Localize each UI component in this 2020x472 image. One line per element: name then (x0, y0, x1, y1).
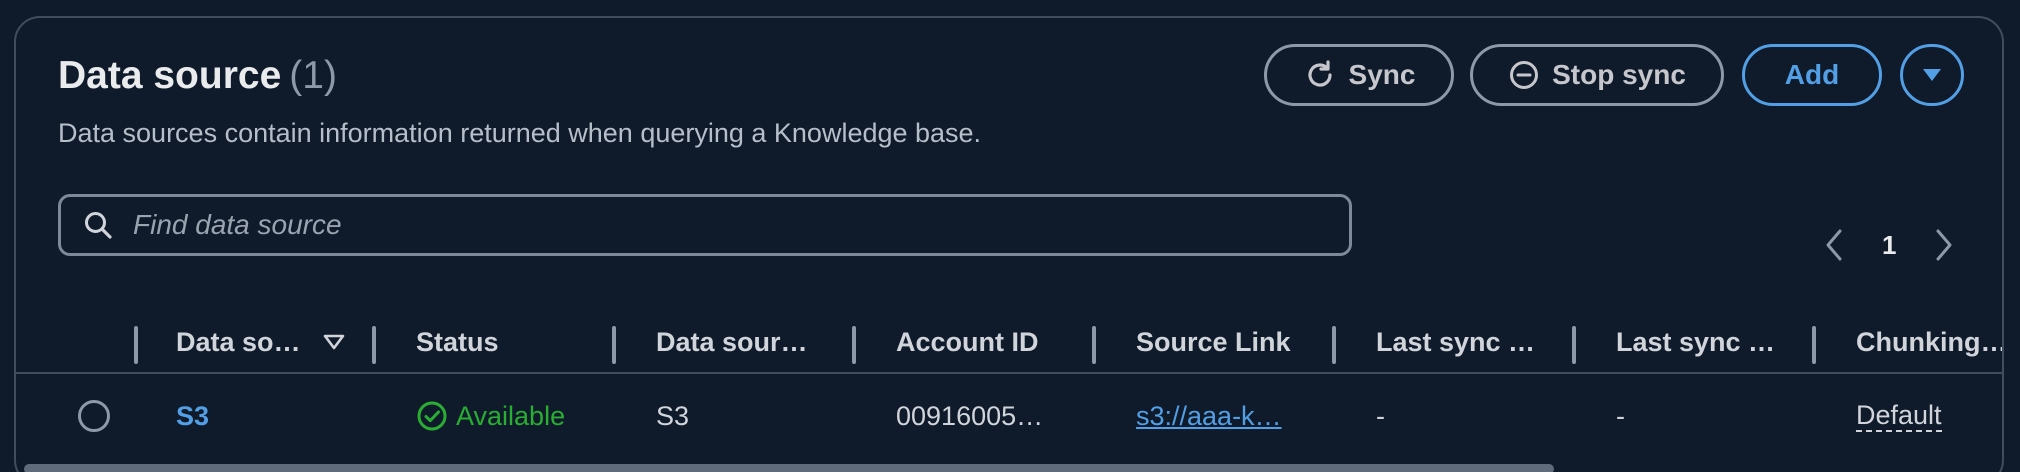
sort-descending-icon[interactable] (323, 333, 345, 351)
type-cell: S3 (656, 400, 690, 431)
source-link-cell: s3://aaa-k… (1136, 376, 1282, 456)
stop-circle-icon (1510, 61, 1539, 89)
column-divider[interactable] (1572, 326, 1576, 364)
name-cell: S3 (176, 376, 209, 456)
stop-sync-label: Stop sync (1552, 59, 1686, 90)
column-header-chunking[interactable]: Chunking… (1856, 310, 2002, 374)
account-id-cell: 00916005… (896, 400, 1044, 431)
column-divider[interactable] (1092, 326, 1096, 364)
pagination: 1 (1824, 228, 1954, 262)
title-count: (1) (289, 54, 337, 97)
column-divider[interactable] (852, 326, 856, 364)
stop-sync-button[interactable]: Stop sync (1470, 44, 1724, 106)
page-title: Data source (1) (58, 54, 337, 98)
page-number[interactable]: 1 (1882, 230, 1896, 261)
column-header-status[interactable]: Status (416, 310, 499, 374)
description: Data sources contain information returne… (58, 118, 982, 148)
column-header-account-id[interactable]: Account ID (896, 310, 1039, 374)
add-button[interactable]: Add (1742, 44, 1882, 106)
add-label: Add (1784, 59, 1840, 90)
table-row[interactable]: S3 Available S3 00916005… s3://aaa-k… - … (16, 376, 2002, 456)
chunking-value[interactable]: Default (1856, 400, 1942, 432)
add-dropdown-button[interactable] (1900, 44, 1964, 106)
status-badge: Available (416, 400, 565, 432)
caret-down-icon (1923, 69, 1941, 81)
column-header-last-sync[interactable]: Last sync … (1376, 310, 1535, 374)
column-header-label: Data so… (176, 326, 301, 357)
last-sync-cell-2: - (1616, 400, 1625, 431)
column-divider (134, 326, 138, 364)
sync-button[interactable]: Sync (1264, 44, 1454, 106)
chevron-right-icon[interactable] (1934, 228, 1954, 262)
row-radio[interactable] (78, 400, 110, 432)
column-header-last-sync-2[interactable]: Last sync … (1616, 310, 1775, 374)
chunking-cell: Default (1856, 376, 1942, 456)
source-link[interactable]: s3://aaa-k… (1136, 401, 1282, 432)
horizontal-scrollbar[interactable] (24, 464, 1554, 472)
data-source-name-link[interactable]: S3 (176, 401, 209, 432)
column-divider[interactable] (372, 326, 376, 364)
search-input[interactable] (133, 209, 1283, 241)
sync-label: Sync (1348, 59, 1416, 90)
table-header: Data so… Status Data sour… Account ID So… (16, 310, 2002, 374)
column-divider[interactable] (1332, 326, 1336, 364)
column-header-source-link[interactable]: Source Link (1136, 310, 1291, 374)
row-select-cell (78, 376, 110, 456)
data-source-panel: Data source (1) Data sources contain info… (14, 16, 2004, 472)
search-box (58, 194, 1352, 256)
column-header-name[interactable]: Data so… (176, 310, 345, 374)
status-cell: Available (416, 376, 565, 456)
column-divider[interactable] (612, 326, 616, 364)
title-text: Data source (58, 54, 282, 97)
column-header-type[interactable]: Data sour… (656, 310, 808, 374)
last-sync-cell: - (1376, 400, 1385, 431)
refresh-icon (1307, 60, 1332, 87)
check-circle-icon (417, 401, 447, 431)
search-icon (85, 212, 112, 239)
status-text: Available (456, 400, 566, 431)
chevron-left-icon[interactable] (1824, 228, 1844, 262)
column-divider[interactable] (1812, 326, 1816, 364)
